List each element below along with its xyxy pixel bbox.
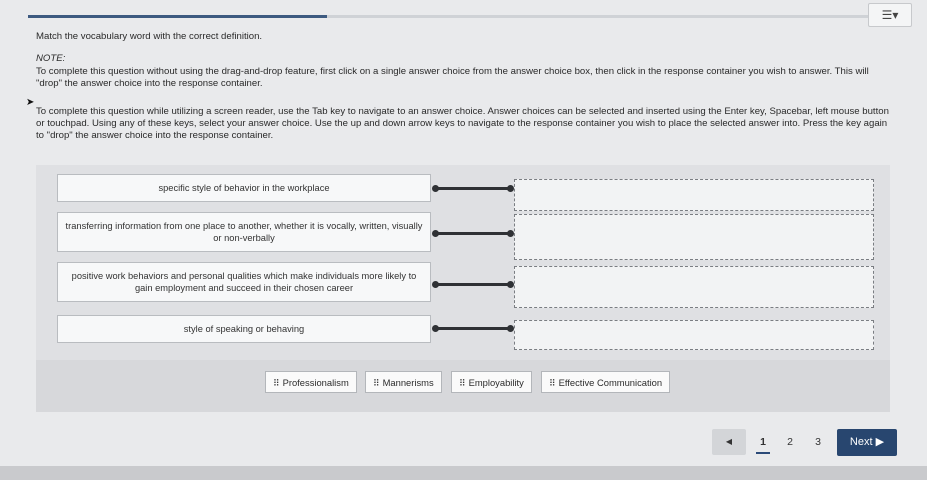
note-label: NOTE:: [36, 53, 66, 64]
connector-3: [432, 281, 514, 288]
drop-zone-1[interactable]: [514, 179, 874, 211]
progress-fill: [28, 15, 328, 18]
drag-handle-icon: ⠿: [549, 378, 556, 388]
taskbar: [0, 466, 927, 480]
page-1-link[interactable]: 1: [756, 429, 770, 454]
definition-2: transferring information from one place …: [57, 212, 431, 252]
definition-4: style of speaking or behaving: [57, 315, 431, 343]
page-2-link[interactable]: 2: [783, 429, 797, 455]
drag-handle-icon: ⠿: [459, 378, 466, 388]
drop-zone-3[interactable]: [514, 266, 874, 308]
list-menu-icon[interactable]: ☰▾: [868, 3, 912, 27]
drag-handle-icon: ⠿: [273, 378, 280, 388]
drop-zone-2[interactable]: [514, 214, 874, 260]
previous-page-button[interactable]: ◀: [712, 429, 746, 455]
choice-label: Mannerisms: [382, 377, 434, 388]
choice-employability[interactable]: ⠿ Employability: [451, 371, 532, 393]
choice-professionalism[interactable]: ⠿ Professionalism: [265, 371, 357, 393]
connector-1: [432, 185, 514, 192]
choice-effective-communication[interactable]: ⠿ Effective Communication: [541, 371, 671, 393]
progress-track: [28, 15, 908, 18]
drop-zone-4[interactable]: [514, 320, 874, 350]
drag-handle-icon: ⠿: [373, 378, 380, 388]
choice-label: Employability: [468, 377, 524, 388]
connector-4: [432, 325, 514, 332]
connector-2: [432, 230, 514, 237]
note-paragraph-2: To complete this question while utilizin…: [36, 106, 889, 141]
definition-1: specific style of behavior in the workpl…: [57, 174, 431, 202]
question-instruction: Match the vocabulary word with the corre…: [36, 31, 263, 42]
next-button[interactable]: Next ▶: [837, 429, 897, 456]
page-3-link[interactable]: 3: [811, 429, 825, 455]
choice-label: Effective Communication: [558, 377, 663, 388]
choice-label: Professionalism: [282, 377, 349, 388]
mouse-cursor-icon: ➤: [26, 97, 35, 108]
note-paragraph-1: To complete this question without using …: [36, 66, 869, 89]
choice-mannerisms[interactable]: ⠿ Mannerisms: [365, 371, 442, 393]
definition-3: positive work behaviors and personal qua…: [57, 262, 431, 302]
